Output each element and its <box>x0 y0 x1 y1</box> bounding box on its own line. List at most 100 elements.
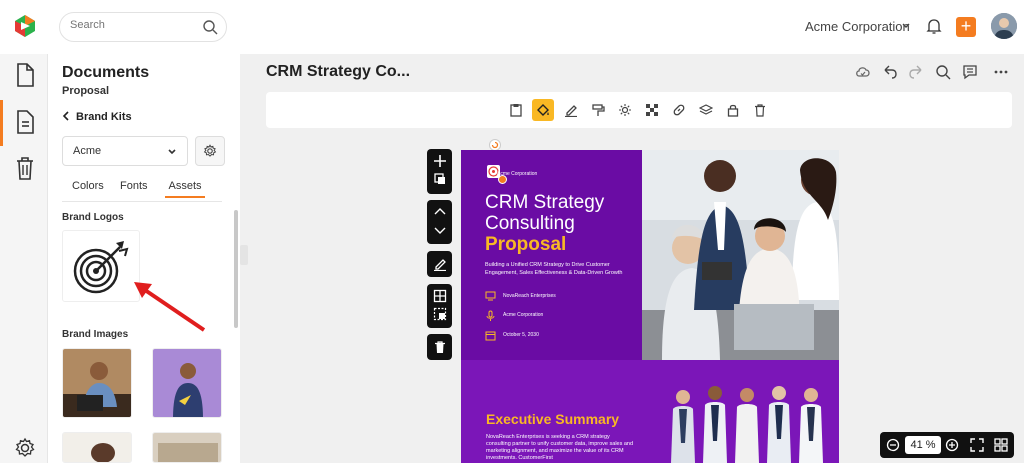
search-icon[interactable] <box>202 19 218 35</box>
paint-bucket-icon <box>537 104 549 116</box>
brand-image-thumbnail[interactable] <box>152 348 222 418</box>
chevron-down-icon <box>168 149 176 155</box>
man-celebrating-image <box>153 349 221 417</box>
top-bar: Acme Corporation + <box>0 0 1024 54</box>
trash-icon[interactable] <box>433 340 447 354</box>
highlighter-icon[interactable] <box>433 257 447 271</box>
brand-kits-back[interactable]: Brand Kits <box>62 111 132 123</box>
brand-images-heading: Brand Images <box>62 329 129 340</box>
undo-icon[interactable] <box>882 64 898 80</box>
cover-company[interactable]: Acme Corporation <box>497 171 537 177</box>
cover-photo[interactable] <box>642 150 839 360</box>
lock-button[interactable] <box>722 99 744 121</box>
cover-client: NovaReach Enterprises <box>503 293 556 299</box>
tabs-divider <box>62 201 222 202</box>
plus-icon[interactable] <box>433 154 447 168</box>
add-button[interactable]: + <box>956 17 976 37</box>
brand-logos-heading: Brand Logos <box>62 212 124 223</box>
zoom-in-icon[interactable] <box>945 438 959 452</box>
cloud-sync-icon[interactable] <box>855 64 871 80</box>
clipboard-button[interactable] <box>505 99 527 121</box>
settings-gear-icon[interactable] <box>14 437 36 459</box>
comment-icon[interactable] <box>962 64 978 80</box>
layers-icon <box>699 104 713 115</box>
chevron-left-icon[interactable] <box>62 111 70 121</box>
chevron-down-icon[interactable] <box>901 21 911 31</box>
brand-kit-value: Acme <box>73 145 102 157</box>
fill-color-button[interactable] <box>532 99 554 121</box>
bell-icon[interactable] <box>926 17 942 35</box>
brand-kits-label: Brand Kits <box>76 111 132 123</box>
brightness-button[interactable] <box>614 99 636 121</box>
more-options-icon[interactable] <box>993 64 1009 80</box>
brand-logo-thumbnail[interactable] <box>62 230 140 302</box>
trash-icon[interactable] <box>14 155 36 181</box>
avatar[interactable] <box>991 13 1017 39</box>
person-image <box>63 433 131 462</box>
format-painter-button[interactable] <box>587 99 609 121</box>
tab-colors[interactable]: Colors <box>72 180 104 192</box>
documents-list-icon[interactable] <box>14 109 36 135</box>
highlight-button[interactable] <box>560 99 582 121</box>
panel-subtitle: Proposal <box>62 85 110 97</box>
redo-icon[interactable] <box>908 64 924 80</box>
add-tool-group <box>427 149 452 194</box>
delete-button[interactable] <box>749 99 771 121</box>
transparency-button[interactable] <box>641 99 663 121</box>
executive-summary-section[interactable]: Executive Summary NovaReach Enterprises … <box>461 360 839 463</box>
cover-heading-line2: Consulting <box>485 213 575 234</box>
zoom-out-icon[interactable] <box>886 438 900 452</box>
asset-tabs: Colors Fonts Assets <box>62 180 222 200</box>
duplicate-icon[interactable] <box>433 172 447 186</box>
brand-image-thumbnail[interactable] <box>62 432 132 463</box>
office-image <box>153 433 221 462</box>
brand-image-thumbnail[interactable] <box>62 348 132 418</box>
documents-panel: Documents Proposal Brand Kits Acme Color… <box>48 54 240 463</box>
panel-scrollbar[interactable] <box>234 210 238 328</box>
exec-summary-heading[interactable]: Executive Summary <box>486 411 619 427</box>
cover-presenter-row[interactable]: Acme Corporation <box>485 310 543 324</box>
search-icon[interactable] <box>935 64 951 80</box>
delete-tool-group <box>427 334 452 360</box>
brand-kit-select[interactable]: Acme <box>62 136 188 166</box>
cover-description[interactable]: Building a Unified CRM Strategy to Drive… <box>485 261 635 277</box>
link-button[interactable] <box>668 99 690 121</box>
cover-heading[interactable]: CRM Strategy Consulting <box>485 192 604 234</box>
trash-icon <box>755 104 765 117</box>
organization-name[interactable]: Acme Corporation <box>805 19 910 34</box>
style-tool-group <box>427 251 452 277</box>
page-grid-icon[interactable] <box>994 438 1008 452</box>
document-actions <box>855 64 1015 80</box>
exec-summary-text[interactable]: NovaReach Enterprises is seeking a CRM s… <box>486 434 636 462</box>
cover-client-row[interactable]: NovaReach Enterprises <box>485 291 556 303</box>
layout-tool-group <box>427 284 452 328</box>
move-tool-group <box>427 200 452 244</box>
zoom-value: 41 <box>910 439 923 451</box>
document-icon[interactable] <box>14 62 36 88</box>
tab-fonts[interactable]: Fonts <box>120 180 148 192</box>
cover-date: October 5, 2030 <box>503 332 539 338</box>
zoom-level[interactable]: 41 % <box>905 436 941 454</box>
select-area-icon[interactable] <box>433 307 447 321</box>
brand-kit-settings-button[interactable] <box>195 136 225 166</box>
document-page[interactable]: Acme Corporation CRM Strategy Consulting… <box>461 150 839 463</box>
cover-date-row[interactable]: October 5, 2030 <box>485 330 539 343</box>
fit-screen-icon[interactable] <box>970 438 984 452</box>
rail-active-indicator <box>0 100 3 146</box>
panel-collapse-handle[interactable] <box>240 245 248 265</box>
chevron-up-icon[interactable] <box>433 205 447 219</box>
app-logo-icon[interactable] <box>13 14 37 38</box>
microphone-icon <box>486 310 495 321</box>
pen-icon <box>565 105 577 117</box>
annotation-red-arrow <box>134 282 206 332</box>
cover-heading-accent[interactable]: Proposal <box>485 234 566 256</box>
document-title[interactable]: CRM Strategy Co... <box>266 63 410 81</box>
layers-button[interactable] <box>695 99 717 121</box>
cover-section[interactable]: Acme Corporation CRM Strategy Consulting… <box>461 150 642 360</box>
brand-image-thumbnail[interactable] <box>152 432 222 463</box>
search-box[interactable] <box>59 12 227 42</box>
search-input[interactable] <box>70 19 190 31</box>
grid-icon[interactable] <box>433 289 447 303</box>
chevron-down-icon[interactable] <box>433 223 447 237</box>
tab-assets[interactable]: Assets <box>165 180 205 198</box>
